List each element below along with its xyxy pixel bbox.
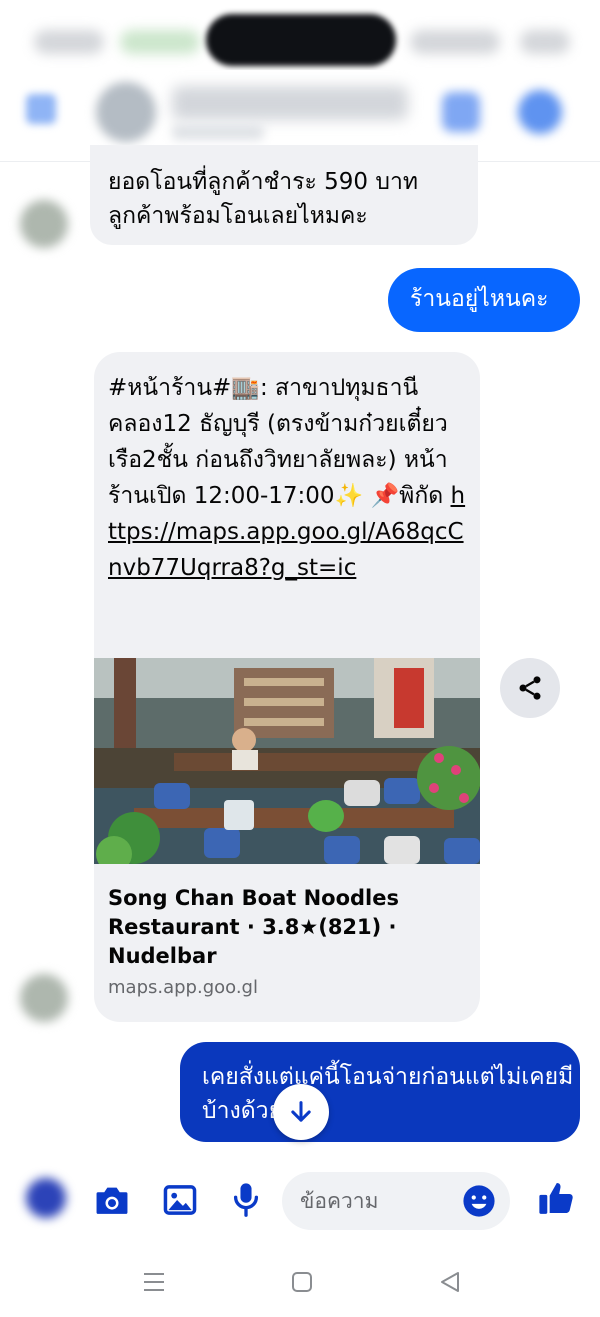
message-input-container[interactable] [282,1172,510,1230]
info-icon[interactable] [518,90,562,134]
contact-avatar[interactable] [96,82,156,142]
card-message-text: #หน้าร้าน#🏬: สาขาปทุมธานี คลอง12 ธัญบุรี… [108,370,468,586]
share-button[interactable] [500,658,560,718]
share-icon [519,676,541,700]
sparkle-emoji: ✨ [334,483,364,509]
scroll-to-bottom-button[interactable] [273,1084,329,1140]
restaurant-photo[interactable] [94,658,480,864]
home-button[interactable] [286,1266,318,1298]
preview-title: Song Chan Boat Noodles Restaurant · 3.8★… [108,886,399,968]
card-text-suffix: พิกัด [399,483,444,509]
gallery-button[interactable] [160,1180,200,1220]
microphone-icon [233,1183,259,1217]
card-text-prefix: #หน้าร้าน# [108,375,232,401]
status-bar [0,0,600,78]
status-signal [410,30,500,54]
system-nav-bar [0,1244,600,1317]
contact-avatar-small[interactable] [20,200,68,248]
message-line: ลูกค้าพร้อมโอนเลยไหมคะ [108,203,368,229]
preview-domain: maps.app.goo.gl [108,977,258,998]
like-button[interactable] [536,1178,576,1218]
contact-name[interactable] [172,86,408,120]
back-button[interactable] [434,1266,466,1298]
outgoing-message-selected[interactable]: เคยสั่งแต่แค่นี้โอนจ่ายก่อนแต่ไม่เคยมีบ้… [180,1042,580,1142]
storefront-emoji: 🏬 [231,375,260,401]
message-input[interactable] [300,1172,460,1230]
emoji-icon[interactable] [462,1184,496,1218]
message-line: ยอดโอนที่ลูกค้าชำระ 590 บาท [108,169,419,195]
restaurant-photo-image [94,658,480,864]
phone-call-icon[interactable] [442,92,480,132]
back-icon [441,1272,459,1292]
link-preview-message[interactable]: #หน้าร้าน#🏬: สาขาปทุมธานี คลอง12 ธัญบุรี… [94,352,480,1022]
voice-button[interactable] [226,1180,266,1220]
battery-icon [520,30,570,54]
recent-apps-icon [144,1273,164,1291]
contact-status [172,124,264,140]
back-arrow-icon[interactable] [26,94,56,124]
recent-apps-button[interactable] [138,1266,170,1298]
camera-icon [96,1187,128,1214]
pin-emoji: 📌 [370,483,400,509]
home-icon [292,1272,312,1292]
status-time [34,30,104,54]
incoming-message[interactable]: ยอดโอนที่ลูกค้าชำระ 590 บาท ลูกค้าพร้อมโ… [90,145,478,245]
arrow-down-icon [291,1101,311,1122]
outgoing-message[interactable]: ร้านอยู่ไหนคะ [388,268,580,332]
camera-button[interactable] [92,1180,132,1220]
thumbs-up-icon [539,1182,573,1214]
contact-avatar-small[interactable] [20,974,68,1022]
image-icon [163,1185,197,1215]
status-notifications [120,30,200,54]
message-composer [0,1160,600,1244]
more-actions-icon[interactable] [26,1178,66,1218]
dynamic-island [206,14,396,66]
